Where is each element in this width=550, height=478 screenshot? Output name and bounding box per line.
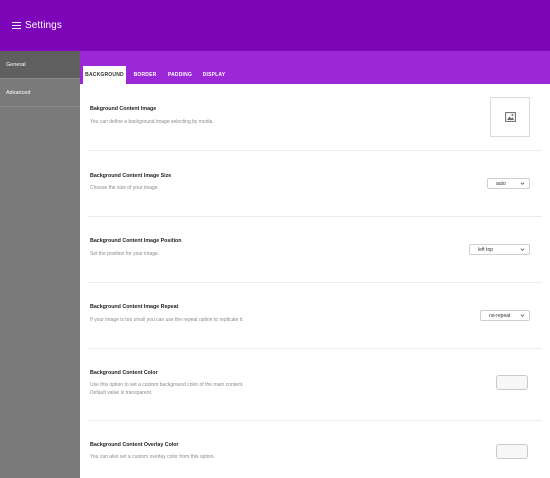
tab-bar: BACKGROUND BORDER PADDING DISPLAY (80, 51, 550, 84)
image-icon (504, 112, 516, 122)
setting-row-position: Background Content Image Position Set th… (88, 217, 542, 283)
select-value: no-repeat (489, 312, 511, 319)
image-repeat-select[interactable]: no-repeat (480, 310, 530, 321)
tab-padding[interactable]: PADDING (164, 66, 196, 84)
setting-row-image: Bakground Content Image You can define a… (88, 84, 542, 151)
setting-title: Background Content Image Repeat (90, 304, 179, 310)
tab-display[interactable]: DISPLAY (199, 66, 229, 84)
setting-description-note: Default value is transparent. (90, 390, 153, 396)
image-position-select[interactable]: left top (469, 244, 530, 255)
setting-title: Background Content Overlay Color (90, 442, 179, 448)
setting-title: Background Content Color (90, 370, 158, 376)
background-color-picker[interactable] (496, 375, 528, 390)
sidebar-item-advanced[interactable]: Advanced (0, 79, 80, 107)
overlay-color-picker[interactable] (496, 444, 528, 459)
select-value: left top (478, 246, 494, 253)
setting-row-color: Background Content Color Use this option… (88, 349, 542, 421)
setting-description: Choose the size of your image. (90, 185, 159, 191)
setting-row-overlay: Background Content Overlay Color You can… (88, 421, 542, 478)
chevron-down-icon (520, 248, 525, 251)
setting-row-size: Background Content Image Size Choose the… (88, 151, 542, 217)
image-size-select[interactable]: auto (487, 178, 530, 189)
setting-description: You can also set a custom overlay color … (90, 454, 215, 460)
setting-title: Background Content Image Size (90, 173, 172, 179)
setting-description: Set the position for your image. (90, 251, 160, 257)
setting-description: If your image is too small you can use t… (90, 317, 244, 323)
chevron-down-icon (520, 314, 525, 317)
sidebar: General Advanced (0, 51, 80, 478)
tab-background[interactable]: BACKGROUND (83, 66, 126, 84)
page-title: Settings (25, 20, 62, 31)
setting-description: You can define a background image select… (90, 119, 214, 125)
image-picker[interactable] (490, 97, 530, 137)
setting-title: Bakground Content Image (90, 106, 157, 112)
app-header: Settings (0, 0, 550, 51)
setting-description: Use this option to set a custom backgrou… (90, 382, 244, 388)
sidebar-item-general[interactable]: General (0, 51, 80, 79)
menu-icon[interactable] (12, 21, 21, 30)
setting-row-repeat: Background Content Image Repeat If your … (88, 283, 542, 349)
tab-border[interactable]: BORDER (130, 66, 160, 84)
select-value: auto (496, 180, 506, 187)
settings-panel: Bakground Content Image You can define a… (80, 84, 550, 478)
chevron-down-icon (520, 182, 525, 185)
setting-title: Background Content Image Position (90, 238, 182, 244)
